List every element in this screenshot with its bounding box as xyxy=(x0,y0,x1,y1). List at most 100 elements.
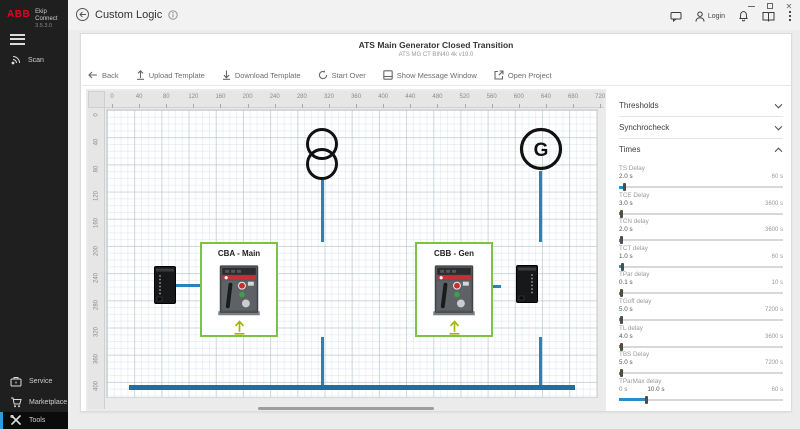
documentation-button[interactable] xyxy=(762,11,775,22)
abb-logo: ABB xyxy=(7,9,30,20)
slider-thumb[interactable] xyxy=(621,263,624,271)
minimize-button[interactable] xyxy=(746,2,756,10)
generator-symbol[interactable]: G xyxy=(519,127,563,171)
wire-main-bottom xyxy=(321,337,324,386)
info-icon[interactable] xyxy=(168,10,178,20)
chevron-down-icon xyxy=(774,125,783,131)
section-label: Times xyxy=(619,145,640,154)
ruler-tick: 480 xyxy=(424,94,450,100)
slider-track[interactable] xyxy=(619,369,783,377)
slider-track[interactable] xyxy=(619,316,783,324)
ruler-tick: 280 xyxy=(289,94,315,100)
diagram-canvas[interactable]: G xyxy=(106,109,598,398)
download-template-button[interactable]: Download Template xyxy=(222,70,301,80)
book-icon xyxy=(762,11,775,22)
ruler-tick: 440 xyxy=(397,94,423,100)
ruler-tick: 680 xyxy=(560,94,586,100)
v-ruler: 04080120160200240280320360400 xyxy=(88,108,105,409)
ruler-tick: 520 xyxy=(452,94,478,100)
slider-thumb[interactable] xyxy=(620,289,623,297)
slider-track[interactable] xyxy=(619,289,783,297)
menu-icon[interactable] xyxy=(10,34,25,45)
ruler-tick: 200 xyxy=(235,94,261,100)
project-subtitle: ATS MG CT BIN40 4k v19.0 xyxy=(81,52,791,58)
show-message-window-button[interactable]: Show Message Window xyxy=(383,70,477,80)
refresh-icon xyxy=(318,70,328,80)
sidebar-item-label: Marketplace xyxy=(29,399,67,406)
slider-thumb[interactable] xyxy=(645,396,648,404)
circuit-breaker-image xyxy=(215,260,263,317)
kebab-menu-icon xyxy=(788,10,792,22)
sidebar-item-marketplace[interactable]: Marketplace xyxy=(0,392,68,413)
main-card: ATS Main Generator Closed Transition ATS… xyxy=(80,33,792,412)
slider-track[interactable] xyxy=(619,183,783,191)
slider-track[interactable] xyxy=(619,343,783,351)
slider-tct-delay: TCT delay 1.0 s60 s xyxy=(619,245,783,272)
ruler-tick: 560 xyxy=(479,94,505,100)
message-window-icon xyxy=(383,70,393,80)
slider-ts-delay: TS Delay 2.0 s60 s xyxy=(619,165,783,192)
slider-thumb[interactable] xyxy=(623,183,626,191)
more-options-button[interactable] xyxy=(788,10,792,22)
chat-icon xyxy=(670,11,682,22)
ekip-module-b[interactable] xyxy=(516,265,538,303)
bell-icon xyxy=(738,10,749,22)
slider-thumb[interactable] xyxy=(620,210,623,218)
slider-thumb[interactable] xyxy=(620,316,623,324)
slider-thumb[interactable] xyxy=(620,369,623,377)
slider-track[interactable] xyxy=(619,210,783,218)
open-project-button[interactable]: Open Project xyxy=(494,70,552,80)
transformer-symbol[interactable] xyxy=(304,127,340,183)
sidebar-item-tools[interactable]: Tools xyxy=(0,412,68,429)
section-times[interactable]: Times xyxy=(619,139,783,160)
chevron-down-icon xyxy=(774,103,783,109)
chat-button[interactable] xyxy=(670,11,682,22)
sidebar-item-label: Scan xyxy=(28,57,44,64)
start-over-button[interactable]: Start Over xyxy=(318,70,366,80)
toolbar: Back Upload Template Download Template xyxy=(82,65,791,86)
section-thresholds[interactable]: Thresholds xyxy=(619,95,783,116)
maximize-button[interactable] xyxy=(765,2,775,10)
breaker-box-cba-main[interactable]: CBA - Main xyxy=(200,242,278,337)
slider-thumb[interactable] xyxy=(620,236,623,244)
slider-tl-delay: TL delay 4.0 s3600 s xyxy=(619,325,783,352)
sidebar-item-scan[interactable]: Scan xyxy=(0,50,68,71)
upload-template-button[interactable]: Upload Template xyxy=(136,70,205,80)
slider-tcn-delay: TCN delay 2.0 s3600 s xyxy=(619,218,783,245)
open-external-icon xyxy=(494,70,504,80)
top-header: ✕ Custom Logic xyxy=(68,0,800,30)
user-icon xyxy=(695,11,705,22)
slider-track[interactable] xyxy=(619,263,783,271)
sidebar-item-service[interactable]: Service xyxy=(0,371,68,392)
toolbar-label: Back xyxy=(102,71,119,80)
horizontal-scrollbar[interactable] xyxy=(258,407,434,410)
cart-icon xyxy=(10,397,22,408)
download-icon xyxy=(222,70,231,80)
login-button[interactable]: Login xyxy=(695,11,725,22)
generator-letter: G xyxy=(534,140,549,161)
sidebar: ABB Ekip Connect 3.5.3.0 Scan Service xyxy=(0,0,68,429)
page-back-button[interactable] xyxy=(76,8,89,21)
ruler-tick: 600 xyxy=(506,94,532,100)
slider-track[interactable] xyxy=(619,396,783,404)
slider-tgoff-delay: TGoff delay 5.0 s7200 s xyxy=(619,298,783,325)
app-version: 3.5.3.0 xyxy=(35,23,68,29)
section-synchrocheck[interactable]: Synchrocheck xyxy=(619,117,783,138)
close-button[interactable]: ✕ xyxy=(784,2,794,10)
slider-thumb[interactable] xyxy=(620,343,623,351)
diagram-workspace: 04080120160200240280320360400 44048052056… xyxy=(86,89,606,411)
back-arrow-icon xyxy=(79,11,87,18)
back-button[interactable]: Back xyxy=(88,71,119,80)
app-logo: ABB Ekip Connect 3.5.3.0 xyxy=(7,9,68,29)
circuit-breaker-image xyxy=(430,260,478,317)
toolbar-label: Show Message Window xyxy=(397,71,477,80)
toolbar-label: Open Project xyxy=(508,71,552,80)
ekip-module-a[interactable] xyxy=(154,266,176,304)
breaker-box-cbb-gen[interactable]: CBB - Gen xyxy=(415,242,493,337)
slider-tce-delay: TCE Delay 3.0 s3600 s xyxy=(619,192,783,219)
slider-track[interactable] xyxy=(619,236,783,244)
notifications-button[interactable] xyxy=(738,10,749,22)
window-controls: ✕ xyxy=(746,2,794,10)
slider-tbs-delay: TBS Delay 5.0 s7200 s xyxy=(619,351,783,378)
tools-icon xyxy=(10,415,22,426)
